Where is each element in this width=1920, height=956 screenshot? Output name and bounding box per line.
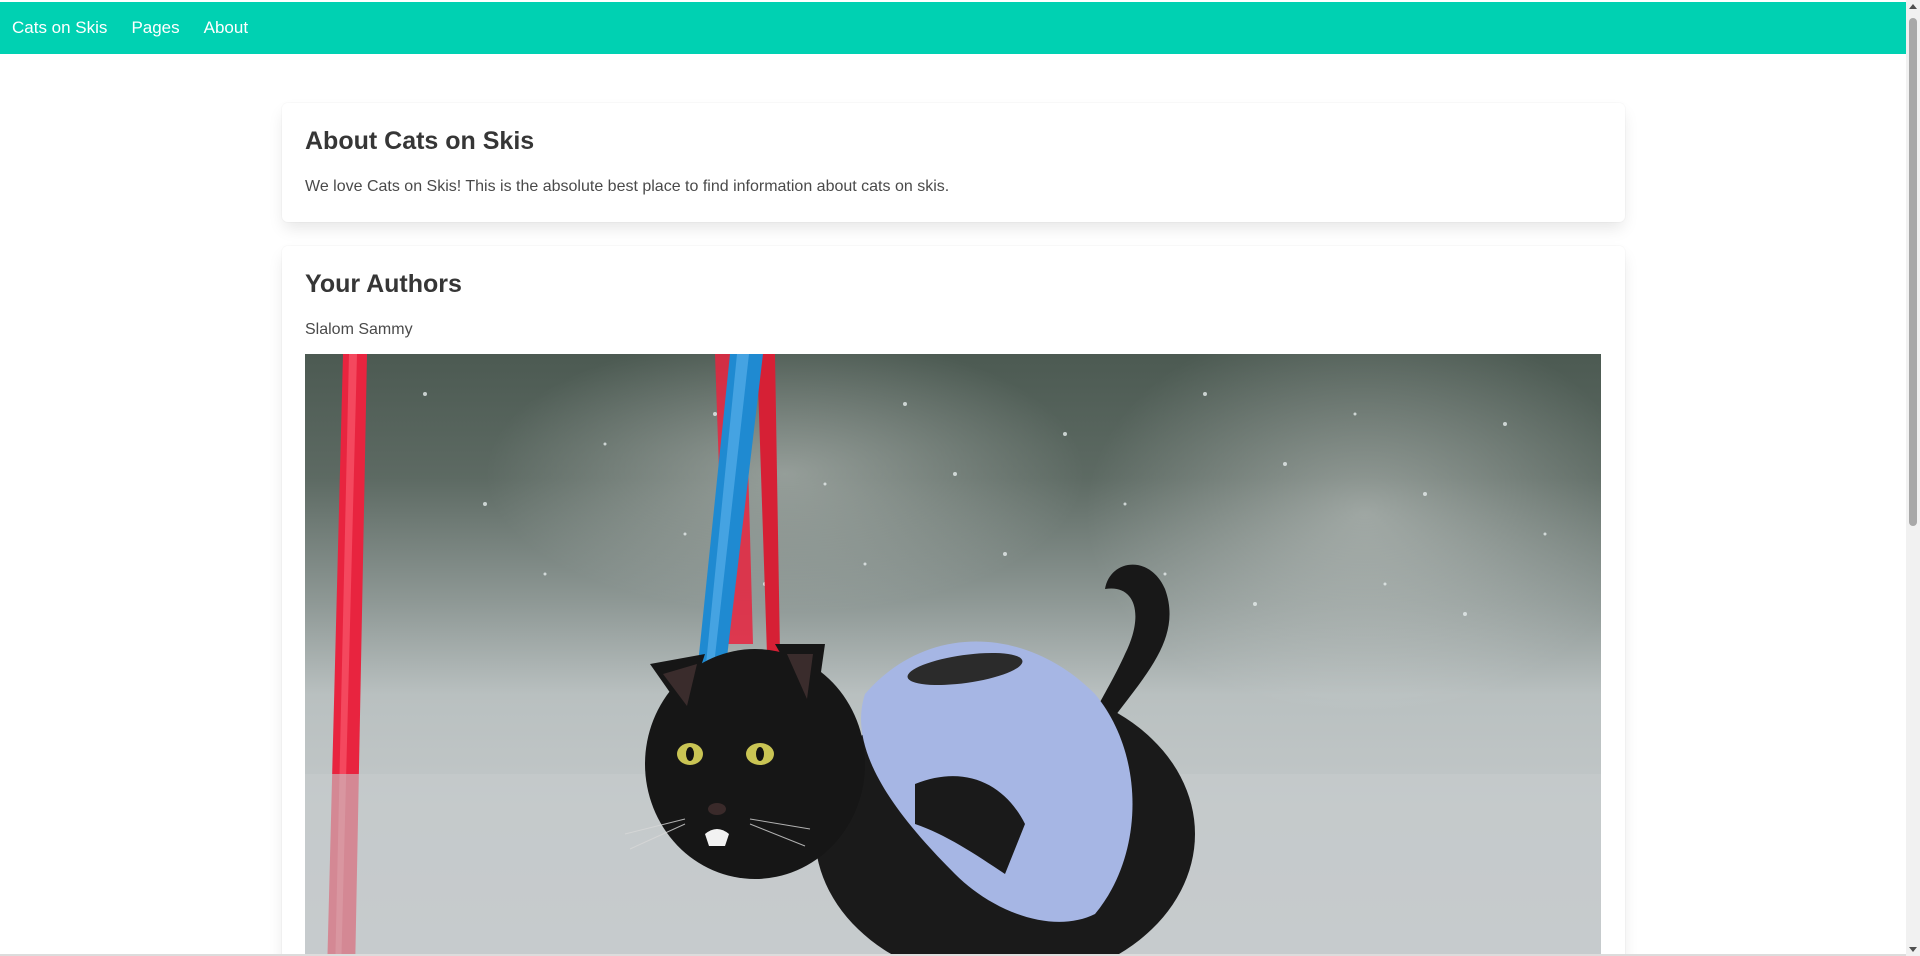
cat-on-skis-illustration: [305, 354, 1601, 956]
scroll-up-arrow-icon[interactable]: [1909, 4, 1917, 9]
scroll-down-arrow-icon[interactable]: [1909, 947, 1917, 952]
navbar-brand[interactable]: Cats on Skis: [0, 2, 119, 54]
author-photo: [305, 354, 1601, 956]
nav-item-about[interactable]: About: [192, 2, 260, 54]
author-name: Slalom Sammy: [305, 321, 413, 338]
nav-item-pages[interactable]: Pages: [119, 2, 191, 54]
about-box: About Cats on Skis We love Cats on Skis!…: [282, 103, 1625, 222]
authors-title: Your Authors: [305, 270, 462, 298]
about-text: We love Cats on Skis! This is the absolu…: [305, 178, 950, 195]
scrollbar-thumb[interactable]: [1909, 18, 1917, 526]
top-navbar: Cats on Skis Pages About: [0, 2, 1906, 54]
page-scrollbar[interactable]: [1906, 0, 1920, 956]
main-container: About Cats on Skis We love Cats on Skis!…: [282, 103, 1625, 956]
about-title: About Cats on Skis: [305, 127, 535, 155]
authors-box: Your Authors Slalom Sammy: [282, 246, 1625, 956]
